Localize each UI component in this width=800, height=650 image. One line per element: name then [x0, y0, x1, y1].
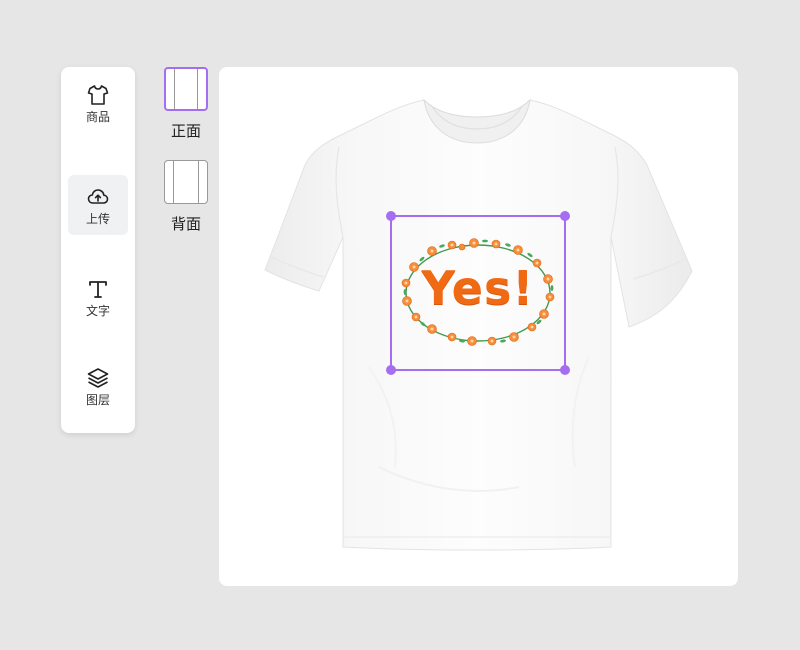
side-back-label[interactable]: 背面 [160, 213, 212, 234]
text-icon [89, 280, 107, 298]
tool-product-label: 商品 [85, 109, 110, 124]
tool-product[interactable]: 商品 [68, 73, 128, 133]
tool-upload-label: 上传 [85, 211, 110, 226]
side-back-thumbnail[interactable] [164, 160, 208, 204]
tshirt-icon [87, 84, 109, 105]
tool-text[interactable]: 文字 [68, 267, 128, 327]
cloud-upload-icon [87, 188, 109, 204]
tool-layers-label: 图层 [85, 392, 110, 407]
layers-icon [87, 367, 109, 388]
tool-layers[interactable]: 图层 [68, 356, 128, 416]
resize-handle-top-left[interactable] [386, 211, 396, 221]
resize-handle-bottom-left[interactable] [386, 365, 396, 375]
resize-handle-bottom-right[interactable] [560, 365, 570, 375]
resize-handle-top-right[interactable] [560, 211, 570, 221]
side-front-label[interactable]: 正面 [160, 120, 212, 141]
tool-text-label: 文字 [85, 303, 110, 318]
tool-panel: 商品 上传 文字 图层 [61, 67, 135, 433]
tool-upload[interactable]: 上传 [68, 175, 128, 235]
print-area-selection[interactable]: Yes! [386, 211, 570, 375]
design-text: Yes! [421, 261, 535, 315]
side-front-thumbnail[interactable] [164, 67, 208, 111]
design-canvas[interactable]: Yes! [219, 67, 738, 586]
